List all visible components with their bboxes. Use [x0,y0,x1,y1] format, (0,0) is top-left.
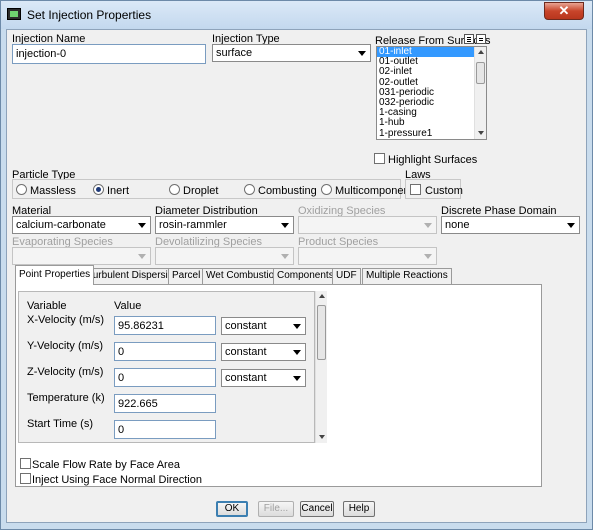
select-all-icon[interactable] [464,34,474,44]
evaporating-species-select[interactable] [12,247,151,265]
deselect-all-icon[interactable] [476,34,486,44]
variable-header: Variable [27,300,67,312]
close-button[interactable]: ✕ [544,2,584,20]
scroll-up-icon[interactable] [319,294,325,298]
x-velocity-method-select[interactable]: constant [221,317,306,335]
oxidizing-species-select[interactable] [298,216,437,234]
z-velocity-method-value: constant [225,372,267,384]
radio-inert-label: Inert [107,185,130,197]
point-properties-table: Variable Value X-Velocity (m/s) 95.86231… [18,291,315,443]
radio-droplet-label: Droplet [183,185,219,197]
scale-flow-rate-label: Scale Flow Rate by Face Area [32,459,180,471]
radio-combusting-label: Combusting [258,185,317,197]
dialog-window: Set Injection Properties ✕ Injection Nam… [0,0,593,530]
diameter-distribution-select[interactable]: rosin-rammler [155,216,294,234]
injection-name-input[interactable]: injection-0 [12,44,206,64]
z-velocity-method-select[interactable]: constant [221,369,306,387]
custom-laws-checkbox[interactable] [410,184,421,195]
injection-type-select[interactable]: surface [212,44,371,62]
value-header: Value [114,300,142,312]
inject-face-normal-checkbox[interactable] [20,473,31,484]
tab-parcel[interactable]: Parcel [168,268,205,284]
dialog-body: Injection Name injection-0 Injection Typ… [6,29,587,523]
product-species-select[interactable] [298,247,437,265]
cancel-button[interactable]: Cancel [300,501,334,517]
point-properties-panel: Variable Value X-Velocity (m/s) 95.86231… [15,284,542,487]
y-velocity-method-value: constant [225,346,267,358]
help-button[interactable]: Help [343,501,375,517]
surface-list-item[interactable]: 1-hub [377,118,474,128]
chevron-down-icon [358,51,366,56]
devolatilizing-species-select[interactable] [155,247,294,265]
chevron-down-icon [567,223,575,228]
y-velocity-method-select[interactable]: constant [221,343,306,361]
release-surfaces-list[interactable]: 01-inlet 01-outlet 02-inlet 02-outlet 031-pe… [376,46,487,140]
highlight-surfaces-checkbox[interactable] [374,153,385,164]
radio-inert[interactable] [93,184,104,195]
chevron-down-icon [138,223,146,228]
radio-multicomponent[interactable] [321,184,332,195]
chevron-down-icon [138,254,146,259]
scroll-down-icon[interactable] [478,131,484,135]
tab-components[interactable]: Components [273,268,338,284]
z-velocity-label: Z-Velocity (m/s) [27,366,104,378]
temperature-input[interactable]: 922.665 [114,394,216,413]
radio-multicomponent-label: Multicomponent [335,185,413,197]
start-time-label: Start Time (s) [27,418,94,430]
discrete-phase-domain-select[interactable]: none [441,216,580,234]
x-velocity-label: X-Velocity (m/s) [27,314,105,326]
temperature-label: Temperature (k) [27,392,105,404]
discrete-phase-domain-value: none [445,219,470,231]
radio-massless-label: Massless [30,185,76,197]
scroll-up-icon[interactable] [478,50,484,54]
injection-type-value: surface [216,47,253,59]
file-button[interactable]: File... [258,501,294,517]
chevron-down-icon [293,324,301,329]
point-properties-scrollbar[interactable] [315,291,327,443]
custom-laws-label: Custom [425,185,463,197]
z-velocity-input[interactable]: 0 [114,368,216,387]
scrollbar-thumb[interactable] [317,305,326,360]
tab-wet-combustion[interactable]: Wet Combustion [202,268,284,284]
radio-combusting[interactable] [244,184,255,195]
chevron-down-icon [281,254,289,259]
highlight-surfaces-label: Highlight Surfaces [388,154,478,166]
chevron-down-icon [424,254,432,259]
chevron-down-icon [424,223,432,228]
y-velocity-input[interactable]: 0 [114,342,216,361]
tab-point-properties[interactable]: Point Properties [15,265,95,285]
material-value: calcium-carbonate [16,219,106,231]
chevron-down-icon [293,376,301,381]
fluent-app-icon [7,8,21,20]
release-surfaces-scrollbar[interactable] [474,47,486,139]
material-select[interactable]: calcium-carbonate [12,216,151,234]
inject-face-normal-label: Inject Using Face Normal Direction [32,474,202,486]
radio-droplet[interactable] [169,184,180,195]
x-velocity-input[interactable]: 95.86231 [114,316,216,335]
chevron-down-icon [281,223,289,228]
y-velocity-label: Y-Velocity (m/s) [27,340,104,352]
start-time-input[interactable]: 0 [114,420,216,439]
scrollbar-thumb[interactable] [476,62,485,84]
surface-list-item[interactable]: 1-pressure1 [377,128,474,139]
window-title: Set Injection Properties [27,8,152,22]
tab-multiple-reactions[interactable]: Multiple Reactions [362,268,452,284]
chevron-down-icon [293,350,301,355]
scroll-down-icon[interactable] [319,435,325,439]
scale-flow-rate-checkbox[interactable] [20,458,31,469]
diameter-distribution-value: rosin-rammler [159,219,227,231]
tab-udf[interactable]: UDF [332,268,361,284]
ok-button[interactable]: OK [216,501,248,517]
title-bar[interactable]: Set Injection Properties ✕ [1,1,592,29]
radio-massless[interactable] [16,184,27,195]
x-velocity-method-value: constant [225,320,267,332]
